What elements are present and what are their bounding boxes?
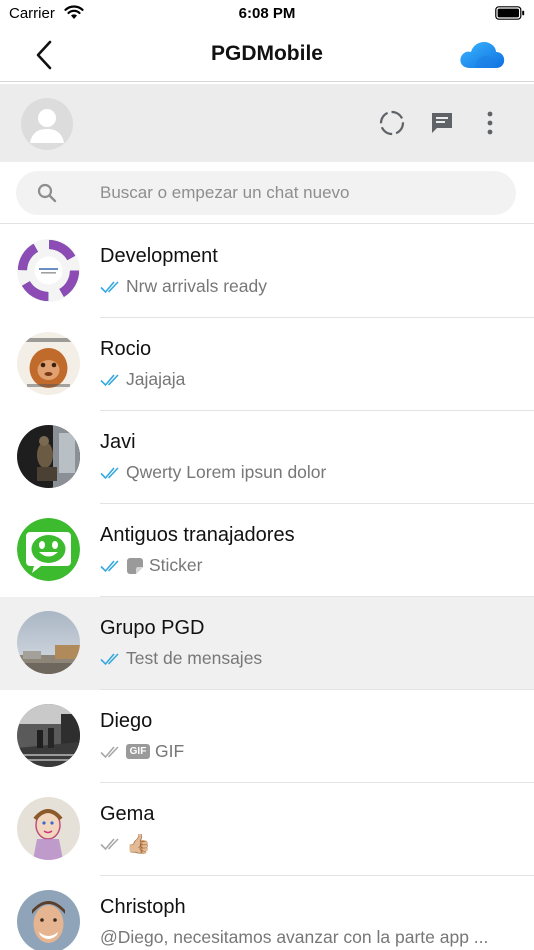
chat-name: Antiguos tranajadores [100,524,295,546]
avatar[interactable] [21,98,73,150]
chat-list: Development Nrw arrivals ready Rocio Jaj… [0,225,534,950]
avatar [17,518,80,581]
chat-preview: @Diego, necesitamos avanzar con la parte… [100,927,520,948]
nav-bar: PGDMobile [0,28,534,82]
search-input[interactable] [100,171,500,215]
person-icon [30,109,64,143]
chat-name: Javi [100,431,136,453]
battery-icon [495,6,525,20]
chat-preview: Nrw arrivals ready [100,276,520,297]
double-check-icon [100,838,119,851]
avatar [17,332,80,395]
search-bar [0,162,534,224]
gif-badge: GIF [126,744,150,759]
status-bar: Carrier 6:08 PM [0,0,534,28]
double-check-icon [100,280,119,293]
chat-preview: Jajajaja [100,369,520,390]
chat-row-grupo-pgd[interactable]: Grupo PGD Test de mensajes [0,597,534,690]
double-check-icon [100,559,119,572]
chat-preview-text: @Diego, necesitamos avanzar con la parte… [100,927,489,947]
avatar [17,239,80,302]
chat-row-gema[interactable]: Gema 👍🏼 [0,783,534,876]
chat-preview-text: Jajajaja [126,369,186,389]
avatar [17,890,80,950]
cloud-icon[interactable] [458,38,506,72]
chat-icon[interactable] [428,109,456,137]
chat-name: Christoph [100,896,186,918]
search-icon [37,183,57,203]
chat-row-rocio[interactable]: Rocio Jajajaja [0,318,534,411]
chat-preview-text: Test de mensajes [126,648,263,668]
chat-preview: GIF GIF [100,741,520,762]
chat-preview-text: Sticker [149,555,203,575]
chat-name: Diego [100,710,153,732]
thumbs-up-emoji: 👍🏼 [126,834,151,854]
chat-preview: Qwerty Lorem ipsun dolor [100,462,520,483]
chat-name: Development [100,245,218,267]
chat-name: Gema [100,803,155,825]
chat-row-diego[interactable]: Diego GIF GIF [0,690,534,783]
chat-preview-text: Qwerty Lorem ipsun dolor [126,462,327,482]
double-check-icon [100,466,119,479]
chat-preview: Sticker [100,555,520,576]
avatar [17,425,80,488]
chat-row-javi[interactable]: Javi Qwerty Lorem ipsun dolor [0,411,534,504]
avatar [17,704,80,767]
chat-row-antiguos-tranajadores[interactable]: Antiguos tranajadores Sticker [0,504,534,597]
avatar [17,611,80,674]
double-check-icon [100,373,119,386]
page-title: PGDMobile [210,42,323,65]
chat-preview-text: GIF [155,741,185,761]
chat-name: Grupo PGD [100,617,205,639]
chat-preview: 👍🏼 [100,834,520,854]
clock: 6:08 PM [238,5,296,22]
chat-preview-text: Nrw arrivals ready [126,276,267,296]
sticker-icon [127,557,143,574]
chat-preview: Test de mensajes [100,648,520,669]
chats-header [0,84,534,162]
search-box[interactable] [16,171,516,215]
double-check-icon [100,652,119,665]
chat-row-christoph[interactable]: Christoph @Diego, necesitamos avanzar co… [0,876,534,950]
chat-name: Rocio [100,338,152,360]
avatar [17,797,80,860]
more-vert-icon[interactable] [476,109,504,137]
double-check-icon [100,745,119,758]
chat-row-development[interactable]: Development Nrw arrivals ready [0,225,534,318]
status-ring-icon[interactable] [378,109,406,137]
